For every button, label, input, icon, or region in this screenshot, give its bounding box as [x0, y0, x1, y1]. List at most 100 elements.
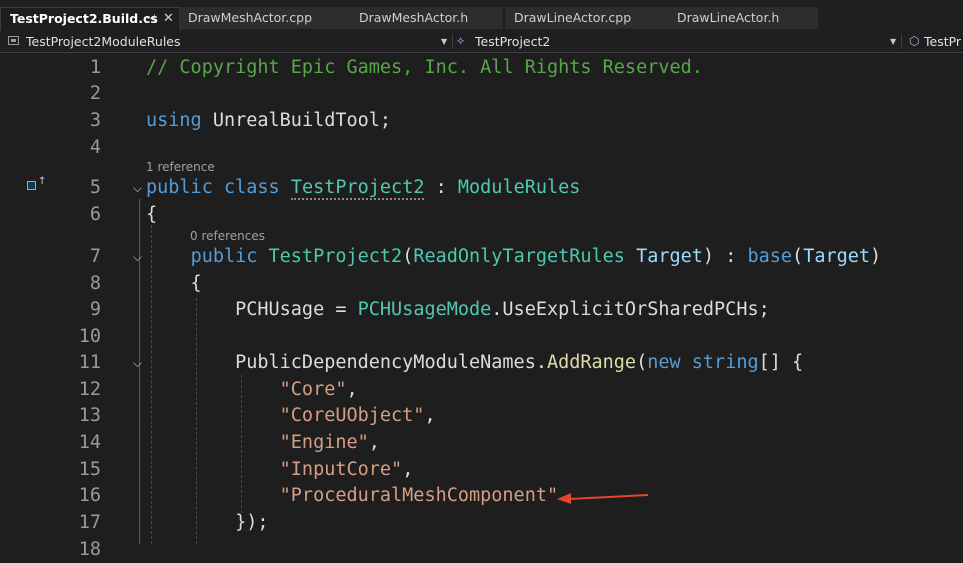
code-line[interactable]: 3 using UnrealBuildTool; [0, 108, 963, 134]
member-dropdown[interactable]: ⬡ TestPr [903, 31, 963, 52]
navbar-divider [901, 34, 902, 49]
code-token: }); [146, 512, 269, 533]
code-token: , [346, 379, 358, 400]
tab-label: DrawMeshActor.cpp [188, 10, 313, 25]
navigation-bar: TestProject2ModuleRules ▼ ⟡ TestProject2… [0, 31, 963, 53]
scope-dropdown-label: TestProject2ModuleRules [26, 34, 181, 49]
code-token: { [146, 204, 158, 225]
line-number: 17 [78, 512, 101, 533]
code-line[interactable]: 8 { [0, 271, 963, 297]
code-editor[interactable]: ↑ 1 reference 0 references 1// Copyright… [0, 53, 963, 560]
code-line[interactable]: 14 "Engine", [0, 430, 963, 456]
fold-toggle-icon[interactable]: ⌵ [133, 350, 145, 376]
code-line[interactable]: 6{ [0, 202, 963, 228]
code-token: Target [636, 246, 703, 267]
close-icon[interactable]: ✕ [163, 8, 174, 30]
tab-testproject2-build-cs[interactable]: TestProject2.Build.cs ⊣ ✕ [0, 7, 181, 31]
code-token: Target [803, 246, 871, 267]
codelens-references[interactable]: 0 references [190, 228, 265, 244]
line-number: 11 [78, 352, 101, 373]
code-line[interactable]: 5 ⌵ public class TestProject2 : ModuleRule… [0, 175, 963, 201]
line-number: 12 [78, 379, 101, 400]
code-line[interactable]: 15 "InputCore", [0, 457, 963, 483]
line-number: 4 [89, 137, 101, 158]
code-text: { [146, 202, 157, 228]
type-dropdown[interactable]: ⟡ TestProject2 ▼ [455, 31, 899, 52]
cube-icon: ⬡ [909, 34, 920, 48]
tab-drawlineactor-cpp[interactable]: DrawLineActor.cpp [505, 7, 669, 29]
code-token: , [402, 459, 414, 480]
line-number: 9 [89, 299, 101, 320]
annotation-arrow [557, 493, 649, 504]
pin-icon[interactable]: ⊣ [146, 8, 156, 30]
fold-toggle-icon[interactable]: ⌵ [133, 175, 145, 201]
code-line[interactable]: 18 [0, 537, 963, 563]
tab-drawlineactor-h[interactable]: DrawLineActor.h [668, 7, 818, 29]
code-line[interactable]: 2 [0, 81, 963, 107]
line-number: 3 [89, 110, 101, 131]
code-token: new [647, 352, 681, 373]
codelens-references[interactable]: 1 reference [146, 159, 215, 175]
code-token: string [691, 352, 759, 373]
code-text: public TestProject2(ReadOnlyTargetRules … [146, 244, 882, 270]
code-token: public [146, 177, 213, 198]
line-number: 8 [89, 273, 101, 294]
code-text: "Core", [146, 377, 358, 403]
code-line[interactable]: 12 "Core", [0, 377, 963, 403]
code-line[interactable]: 7 ⌵ public TestProject2(ReadOnlyTargetRul… [0, 244, 963, 270]
code-token: base [747, 246, 793, 267]
code-line[interactable]: 11 ⌵ PublicDependencyModuleNames.AddRange… [0, 350, 963, 376]
line-number: 13 [78, 405, 101, 426]
code-line[interactable]: 16 "ProceduralMeshComponent" [0, 483, 963, 509]
chevron-down-icon: ▼ [441, 37, 448, 46]
code-token: "Core" [279, 379, 347, 400]
code-line[interactable]: 9 PCHUsage = PCHUsageMode.UseExplicitOrS… [0, 297, 963, 323]
code-token: TestProject2 [290, 177, 425, 200]
line-number: 2 [89, 83, 101, 104]
code-text: { [146, 271, 202, 297]
code-token: TestProject2 [268, 246, 403, 267]
code-token: "Engine" [279, 432, 369, 453]
tab-drawmeshactor-cpp[interactable]: DrawMeshActor.cpp [179, 7, 351, 29]
code-token: "InputCore" [279, 459, 403, 480]
line-number: 15 [78, 459, 101, 480]
code-token: : [424, 177, 458, 198]
member-dropdown-label: TestPr [924, 34, 962, 49]
code-text: public class TestProject2 : ModuleRules [146, 175, 580, 201]
fold-toggle-icon[interactable]: ⌵ [133, 244, 145, 270]
type-dropdown-label: TestProject2 [475, 34, 551, 49]
navbar-divider [452, 34, 453, 49]
tab-label: DrawMeshActor.h [359, 10, 469, 25]
scope-dropdown[interactable]: TestProject2ModuleRules ▼ [0, 31, 451, 52]
line-number: 5 [89, 177, 101, 198]
tab-label: TestProject2.Build.cs [10, 11, 158, 26]
code-token: ( [792, 246, 804, 267]
tab-label: DrawLineActor.h [677, 10, 780, 25]
code-token: public [190, 246, 258, 267]
code-text: // Copyright Epic Games, Inc. All Rights… [146, 55, 703, 81]
code-token: .UseExplicitOrSharedPCHs; [491, 299, 770, 320]
code-line[interactable]: 4 [0, 135, 963, 161]
code-line[interactable]: 1 // Copyright Epic Games, Inc. All Right… [0, 55, 963, 81]
code-line[interactable]: 17 }); [0, 510, 963, 536]
code-token: ( [402, 246, 414, 267]
code-text: "InputCore", [146, 457, 414, 483]
line-number: 7 [89, 246, 101, 267]
chevron-down-icon: ▼ [890, 37, 897, 46]
code-text: PublicDependencyModuleNames.AddRange(new… [146, 350, 803, 376]
code-text: "CoreUObject", [146, 403, 436, 429]
line-number: 1 [89, 57, 101, 78]
code-line[interactable]: 13 "CoreUObject", [0, 403, 963, 429]
tab-drawmeshactor-h[interactable]: DrawMeshActor.h [350, 7, 503, 29]
code-token: class [223, 177, 280, 198]
code-token: using [146, 110, 202, 131]
code-line[interactable]: 10 [0, 324, 963, 350]
code-token: , [368, 432, 380, 453]
